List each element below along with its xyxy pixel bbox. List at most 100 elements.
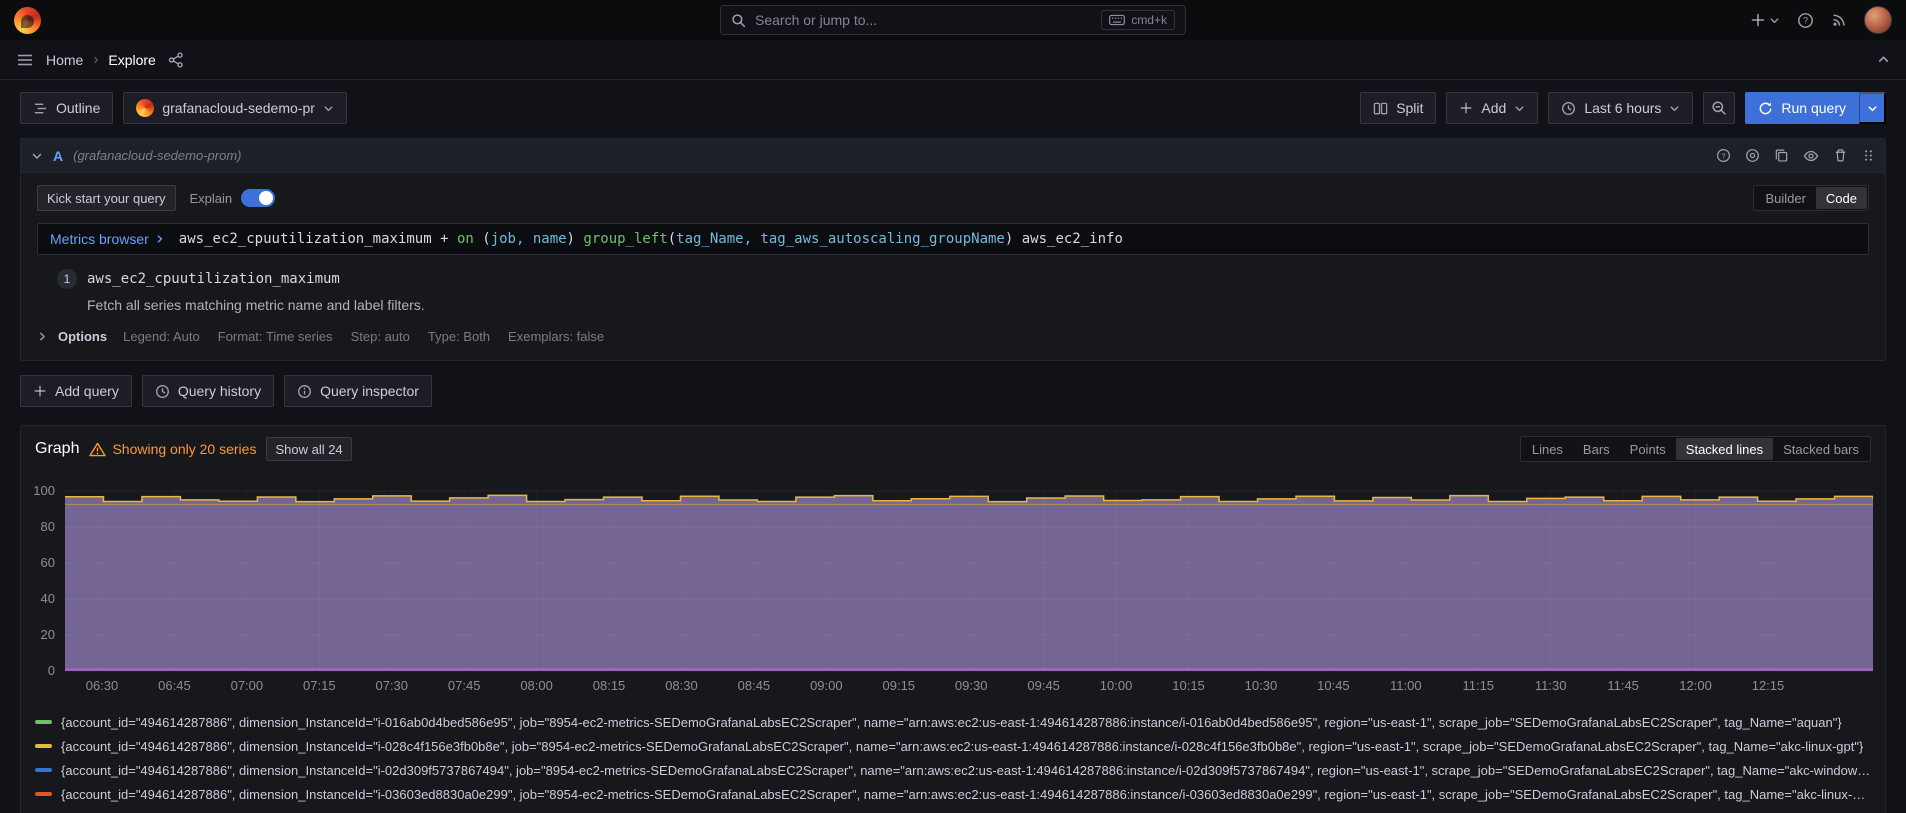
query-token: aws_ec2_cpuutilization_maximum +: [179, 231, 457, 247]
chevron-right-icon: [37, 331, 48, 342]
chevron-down-icon: [1769, 15, 1780, 26]
news-rss-icon[interactable]: [1831, 12, 1847, 28]
chevron-down-icon: [323, 103, 334, 114]
outline-button[interactable]: Outline: [20, 92, 113, 124]
time-series-chart[interactable]: 020406080100 06:3006:4507:0007:1507:3007…: [31, 490, 1875, 698]
query-token: (: [668, 231, 676, 247]
query-expression[interactable]: aws_ec2_cpuutilization_maximum + on ( job…: [179, 231, 1123, 247]
x-tick-label: 07:00: [231, 678, 264, 693]
x-tick-label: 08:45: [738, 678, 771, 693]
query-token: ): [567, 231, 584, 247]
run-query-interval-caret[interactable]: [1859, 92, 1886, 124]
zoom-out-button[interactable]: [1703, 92, 1735, 124]
metrics-browser-button[interactable]: Metrics browser: [50, 231, 165, 247]
search-placeholder: Search or jump to...: [755, 12, 1092, 28]
datasource-picker[interactable]: grafanacloud-sedemo-pr: [123, 92, 347, 124]
new-menu-button[interactable]: [1750, 12, 1780, 28]
add-query-label: Add query: [55, 383, 119, 399]
sync-icon: [1758, 101, 1773, 116]
chevron-down-icon[interactable]: [31, 150, 43, 162]
query-row-header[interactable]: A (grafanacloud-sedemo-prom) ?: [21, 139, 1885, 173]
show-all-series-button[interactable]: Show all 24: [266, 437, 351, 461]
split-button[interactable]: Split: [1360, 92, 1436, 124]
breadcrumb-explore[interactable]: Explore: [108, 52, 155, 68]
plus-icon: [1750, 12, 1766, 28]
query-help-icon[interactable]: ?: [1716, 148, 1731, 163]
outline-label: Outline: [56, 100, 100, 116]
x-tick-label: 10:45: [1317, 678, 1350, 693]
user-avatar[interactable]: [1864, 6, 1892, 34]
query-token: aws_ec2_info: [1022, 231, 1123, 247]
x-tick-label: 06:45: [158, 678, 191, 693]
disable-query-icon[interactable]: [1745, 148, 1760, 163]
legend-series-label: {account_id="494614287886", dimension_In…: [61, 763, 1871, 778]
query-token: job, name: [491, 231, 567, 247]
legend-series-color: [35, 744, 52, 748]
help-icon[interactable]: ?: [1797, 12, 1814, 29]
query-code-editor[interactable]: Metrics browser aws_ec2_cpuutilization_m…: [37, 223, 1869, 255]
series-limit-warning[interactable]: Showing only 20 series: [89, 441, 256, 457]
chevron-down-icon: [1514, 103, 1525, 114]
hide-response-eye-icon[interactable]: [1803, 148, 1819, 164]
legend-item[interactable]: {account_id="494614287886", dimension_In…: [35, 758, 1871, 782]
graph-title: Graph: [35, 440, 79, 458]
plus-icon: [1459, 101, 1473, 115]
share-icon[interactable]: [168, 52, 184, 68]
chevron-down-icon: [1669, 103, 1680, 114]
drag-handle-icon[interactable]: [1862, 149, 1875, 162]
query-option-summary-item: Exemplars: false: [508, 329, 604, 344]
run-query-button[interactable]: Run query: [1745, 92, 1859, 124]
query-token: ): [1005, 231, 1022, 247]
query-datasource-hint: (grafanacloud-sedemo-prom): [73, 148, 241, 163]
breadcrumb: Home Explore: [46, 51, 156, 68]
query-token: on: [457, 231, 482, 247]
legend-item[interactable]: {account_id="494614287886", dimension_In…: [35, 734, 1871, 758]
search-input[interactable]: Search or jump to... cmd+k: [720, 5, 1186, 35]
shortcut-label: cmd+k: [1131, 13, 1167, 27]
datasource-name: grafanacloud-sedemo-pr: [162, 100, 315, 116]
editor-mode-code[interactable]: Code: [1816, 187, 1867, 209]
breadcrumb-home[interactable]: Home: [46, 52, 83, 68]
show-all-series-label: Show all 24: [275, 442, 342, 457]
x-tick-label: 10:30: [1245, 678, 1278, 693]
menu-icon[interactable]: [16, 51, 34, 69]
display-mode-stacked-bars[interactable]: Stacked bars: [1773, 438, 1869, 460]
display-mode-lines[interactable]: Lines: [1522, 438, 1573, 460]
datasource-logo-icon: [136, 99, 154, 117]
split-icon: [1373, 101, 1388, 116]
y-tick-label: 100: [33, 483, 55, 499]
x-tick-label: 07:45: [448, 678, 481, 693]
x-tick-label: 08:30: [665, 678, 698, 693]
query-history-button[interactable]: Query history: [142, 375, 274, 407]
x-tick-label: 11:00: [1390, 678, 1422, 693]
query-ref-id[interactable]: A: [53, 148, 63, 164]
kick-start-query-button[interactable]: Kick start your query: [37, 185, 176, 211]
chevron-down-icon: [1867, 103, 1878, 114]
x-tick-label: 11:45: [1607, 678, 1639, 693]
editor-mode-builder[interactable]: Builder: [1755, 187, 1815, 209]
query-option-summary-item: Type: Both: [428, 329, 490, 344]
collapse-topbar-icon[interactable]: [1877, 53, 1890, 66]
grafana-logo-icon[interactable]: [14, 7, 41, 34]
query-token: tag_Name, tag_aws_autoscaling_groupName: [676, 231, 1005, 247]
display-mode-stacked-lines[interactable]: Stacked lines: [1676, 438, 1773, 460]
legend-item[interactable]: {account_id="494614287886", dimension_In…: [35, 782, 1871, 806]
search-icon: [731, 13, 746, 28]
display-mode-group: LinesBarsPointsStacked linesStacked bars: [1520, 436, 1871, 462]
query-inspector-button[interactable]: Query inspector: [284, 375, 432, 407]
svg-text:?: ?: [1803, 15, 1808, 25]
add-query-button[interactable]: Add query: [20, 375, 132, 407]
run-query-label: Run query: [1781, 100, 1846, 116]
x-tick-label: 10:15: [1172, 678, 1205, 693]
display-mode-points[interactable]: Points: [1620, 438, 1676, 460]
legend-series-label: {account_id="494614287886", dimension_In…: [61, 715, 1842, 730]
chart-plot[interactable]: [65, 490, 1873, 672]
display-mode-bars[interactable]: Bars: [1573, 438, 1620, 460]
delete-query-icon[interactable]: [1833, 148, 1848, 163]
add-dropdown-button[interactable]: Add: [1446, 92, 1538, 124]
copy-query-icon[interactable]: [1774, 148, 1789, 163]
explain-toggle[interactable]: [241, 189, 275, 207]
query-options-toggle[interactable]: Options Legend: AutoFormat: Time seriesS…: [37, 329, 1869, 344]
legend-item[interactable]: {account_id="494614287886", dimension_In…: [35, 710, 1871, 734]
time-range-picker[interactable]: Last 6 hours: [1548, 92, 1693, 124]
